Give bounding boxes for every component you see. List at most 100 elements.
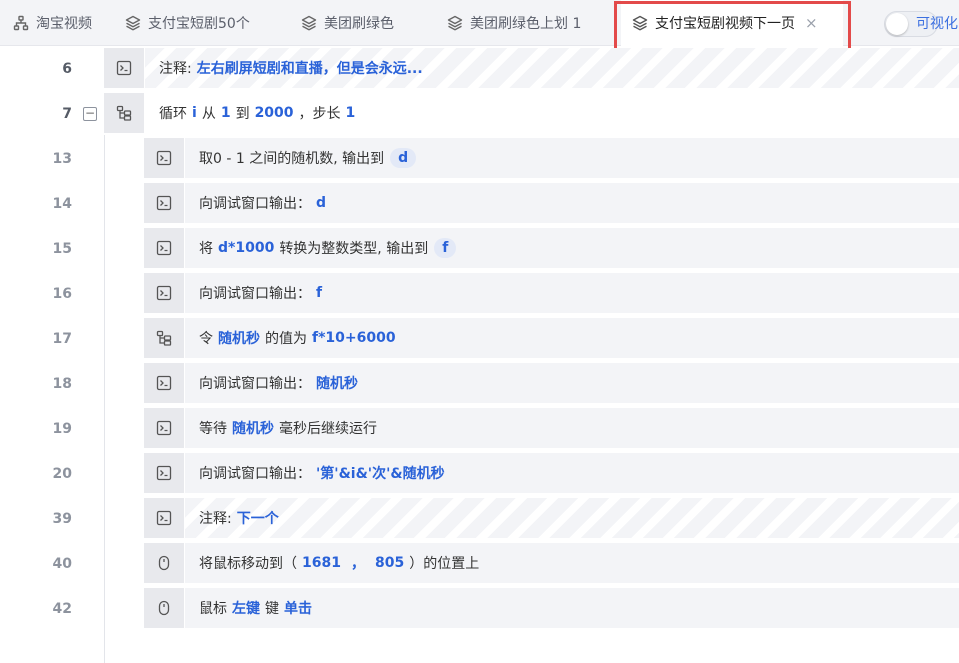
block-text: 将 <box>199 241 213 257</box>
block-text: 注释: <box>199 511 232 527</box>
line-number: 17 <box>52 331 72 347</box>
line-number: 7 <box>62 106 72 122</box>
block-row[interactable]: 19 等待 随机秒 毫秒后继续运行 <box>0 408 959 450</box>
tab-label: 美团刷绿色 <box>324 16 394 32</box>
variable-token: 随机秒 <box>232 421 274 437</box>
block-row[interactable]: 17 令 随机秒 的值为 f*10+6000 <box>0 318 959 360</box>
variable-token: i <box>192 105 197 121</box>
block-content[interactable]: 向调试窗口输出： '第'&i&'次'&随机秒 <box>185 453 959 493</box>
comment-text: 下一个 <box>236 511 279 527</box>
line-number: 6 <box>62 61 72 77</box>
value-token: 左键 <box>232 601 260 617</box>
line-number: 16 <box>52 286 72 302</box>
block-content[interactable]: 等待 随机秒 毫秒后继续运行 <box>185 408 959 448</box>
tab-label: 支付宝短剧视频下一页 <box>655 16 795 32</box>
value-token: 单击 <box>284 601 312 617</box>
value-token: 1681 <box>302 555 341 571</box>
block-text: 键 <box>265 601 279 617</box>
block-row[interactable]: 20 向调试窗口输出： '第'&i&'次'&随机秒 <box>0 453 959 495</box>
value-token: 2000 <box>254 105 294 121</box>
block-row[interactable]: 7 − 循环 i 从 1 到 2000 ，步长 1 <box>0 93 959 135</box>
variable-token: f <box>316 285 323 301</box>
block-content[interactable]: 取0 - 1 之间的随机数, 输出到 d <box>185 138 959 178</box>
block-text: ）的位置上 <box>409 556 480 572</box>
block-text: 循环 <box>159 106 187 122</box>
toggle-label: 可视化 <box>916 16 958 32</box>
block-content[interactable]: 向调试窗口输出： d <box>185 183 959 223</box>
value-token: 1 <box>345 105 356 121</box>
visualize-toggle[interactable]: 可视化 <box>884 10 958 38</box>
block-row[interactable]: 14 向调试窗口输出： d <box>0 183 959 225</box>
terminal-icon <box>144 453 184 493</box>
variable-chip[interactable]: f <box>434 238 457 258</box>
block-content[interactable]: 向调试窗口输出： f <box>185 273 959 313</box>
value-token: ， <box>350 556 365 572</box>
block-text: 注释: <box>159 61 192 77</box>
terminal-icon <box>144 183 184 223</box>
block-text: ，步长 <box>298 106 341 122</box>
tab-alipay-drama-50[interactable]: 支付宝短剧50个 <box>124 0 250 46</box>
line-number: 13 <box>52 151 72 167</box>
mouse-icon <box>144 588 184 628</box>
tab-alipay-drama-next[interactable]: 支付宝短剧视频下一页 × <box>621 0 843 46</box>
block-text: 令 <box>199 331 213 347</box>
block-row[interactable]: 6 注释: 左右刷屏短剧和直播，但是会永远... <box>0 48 959 90</box>
block-content[interactable]: 将 d*1000 转换为整数类型, 输出到 f <box>185 228 959 268</box>
tab-bar: 淘宝视频 支付宝短剧50个 美团刷绿色 美团刷绿色上划 1 支付宝短剧视频下一页… <box>0 0 959 53</box>
block-text: 将鼠标移动到（ <box>199 556 297 572</box>
expression-token: d*1000 <box>218 240 275 256</box>
layers-icon <box>631 14 649 32</box>
line-number: 18 <box>52 376 72 392</box>
block-text: 向调试窗口输出： <box>199 196 311 212</box>
block-text: 转换为整数类型, 输出到 <box>279 241 429 257</box>
line-number: 42 <box>52 601 72 617</box>
block-text: 向调试窗口输出： <box>199 466 311 482</box>
tab-label: 淘宝视频 <box>36 16 92 32</box>
block-row[interactable]: 42 鼠标 左键 键 单击 <box>0 588 959 630</box>
line-number: 15 <box>52 241 72 257</box>
collapse-button[interactable]: − <box>83 107 97 121</box>
block-content[interactable]: 将鼠标移动到（ 1681 ， 805 ）的位置上 <box>185 543 959 583</box>
block-text: 向调试窗口输出： <box>199 286 311 302</box>
line-number: 40 <box>52 556 72 572</box>
block-text: 取0 - 1 之间的随机数, 输出到 <box>199 151 385 167</box>
variable-token: d <box>316 195 327 211</box>
variable-token: 随机秒 <box>218 331 260 347</box>
terminal-icon <box>104 48 144 88</box>
tab-label: 支付宝短剧50个 <box>148 16 250 32</box>
comment-text: 左右刷屏短剧和直播，但是会永远... <box>196 61 423 77</box>
block-row[interactable]: 13 取0 - 1 之间的随机数, 输出到 d <box>0 138 959 180</box>
block-row[interactable]: 40 将鼠标移动到（ 1681 ， 805 ）的位置上 <box>0 543 959 585</box>
block-content[interactable]: 注释: 左右刷屏短剧和直播，但是会永远... <box>145 48 959 88</box>
block-content[interactable]: 向调试窗口输出： 随机秒 <box>185 363 959 403</box>
expression-token: f*10+6000 <box>312 330 396 346</box>
tab-taobao-video[interactable]: 淘宝视频 <box>12 0 92 46</box>
block-content[interactable]: 注释: 下一个 <box>185 498 959 538</box>
block-content[interactable]: 令 随机秒 的值为 f*10+6000 <box>185 318 959 358</box>
block-content[interactable]: 循环 i 从 1 到 2000 ，步长 1 <box>145 93 959 133</box>
layers-icon <box>446 14 464 32</box>
close-icon[interactable]: × <box>805 14 818 32</box>
line-number: 19 <box>52 421 72 437</box>
value-token: 805 <box>374 555 405 571</box>
line-number: 14 <box>52 196 72 212</box>
block-content[interactable]: 鼠标 左键 键 单击 <box>185 588 959 628</box>
terminal-icon <box>144 408 184 448</box>
layers-icon <box>124 14 142 32</box>
loop-icon <box>104 93 144 133</box>
tab-meituan-green-swipe[interactable]: 美团刷绿色上划 1 <box>446 0 581 46</box>
terminal-icon <box>144 363 184 403</box>
tab-label: 美团刷绿色上划 1 <box>470 16 582 32</box>
block-row[interactable]: 15 将 d*1000 转换为整数类型, 输出到 f <box>0 228 959 270</box>
terminal-icon <box>144 228 184 268</box>
sitemap-icon <box>12 14 30 32</box>
block-text: 的值为 <box>265 331 307 347</box>
block-row[interactable]: 16 向调试窗口输出： f <box>0 273 959 315</box>
tab-meituan-green[interactable]: 美团刷绿色 <box>300 0 394 46</box>
variable-chip[interactable]: d <box>390 148 417 168</box>
block-row[interactable]: 18 向调试窗口输出： 随机秒 <box>0 363 959 405</box>
layers-icon <box>300 14 318 32</box>
block-row[interactable]: 39 注释: 下一个 <box>0 498 959 540</box>
terminal-icon <box>144 138 184 178</box>
expression-token: '第'&i&'次'&随机秒 <box>316 466 445 482</box>
